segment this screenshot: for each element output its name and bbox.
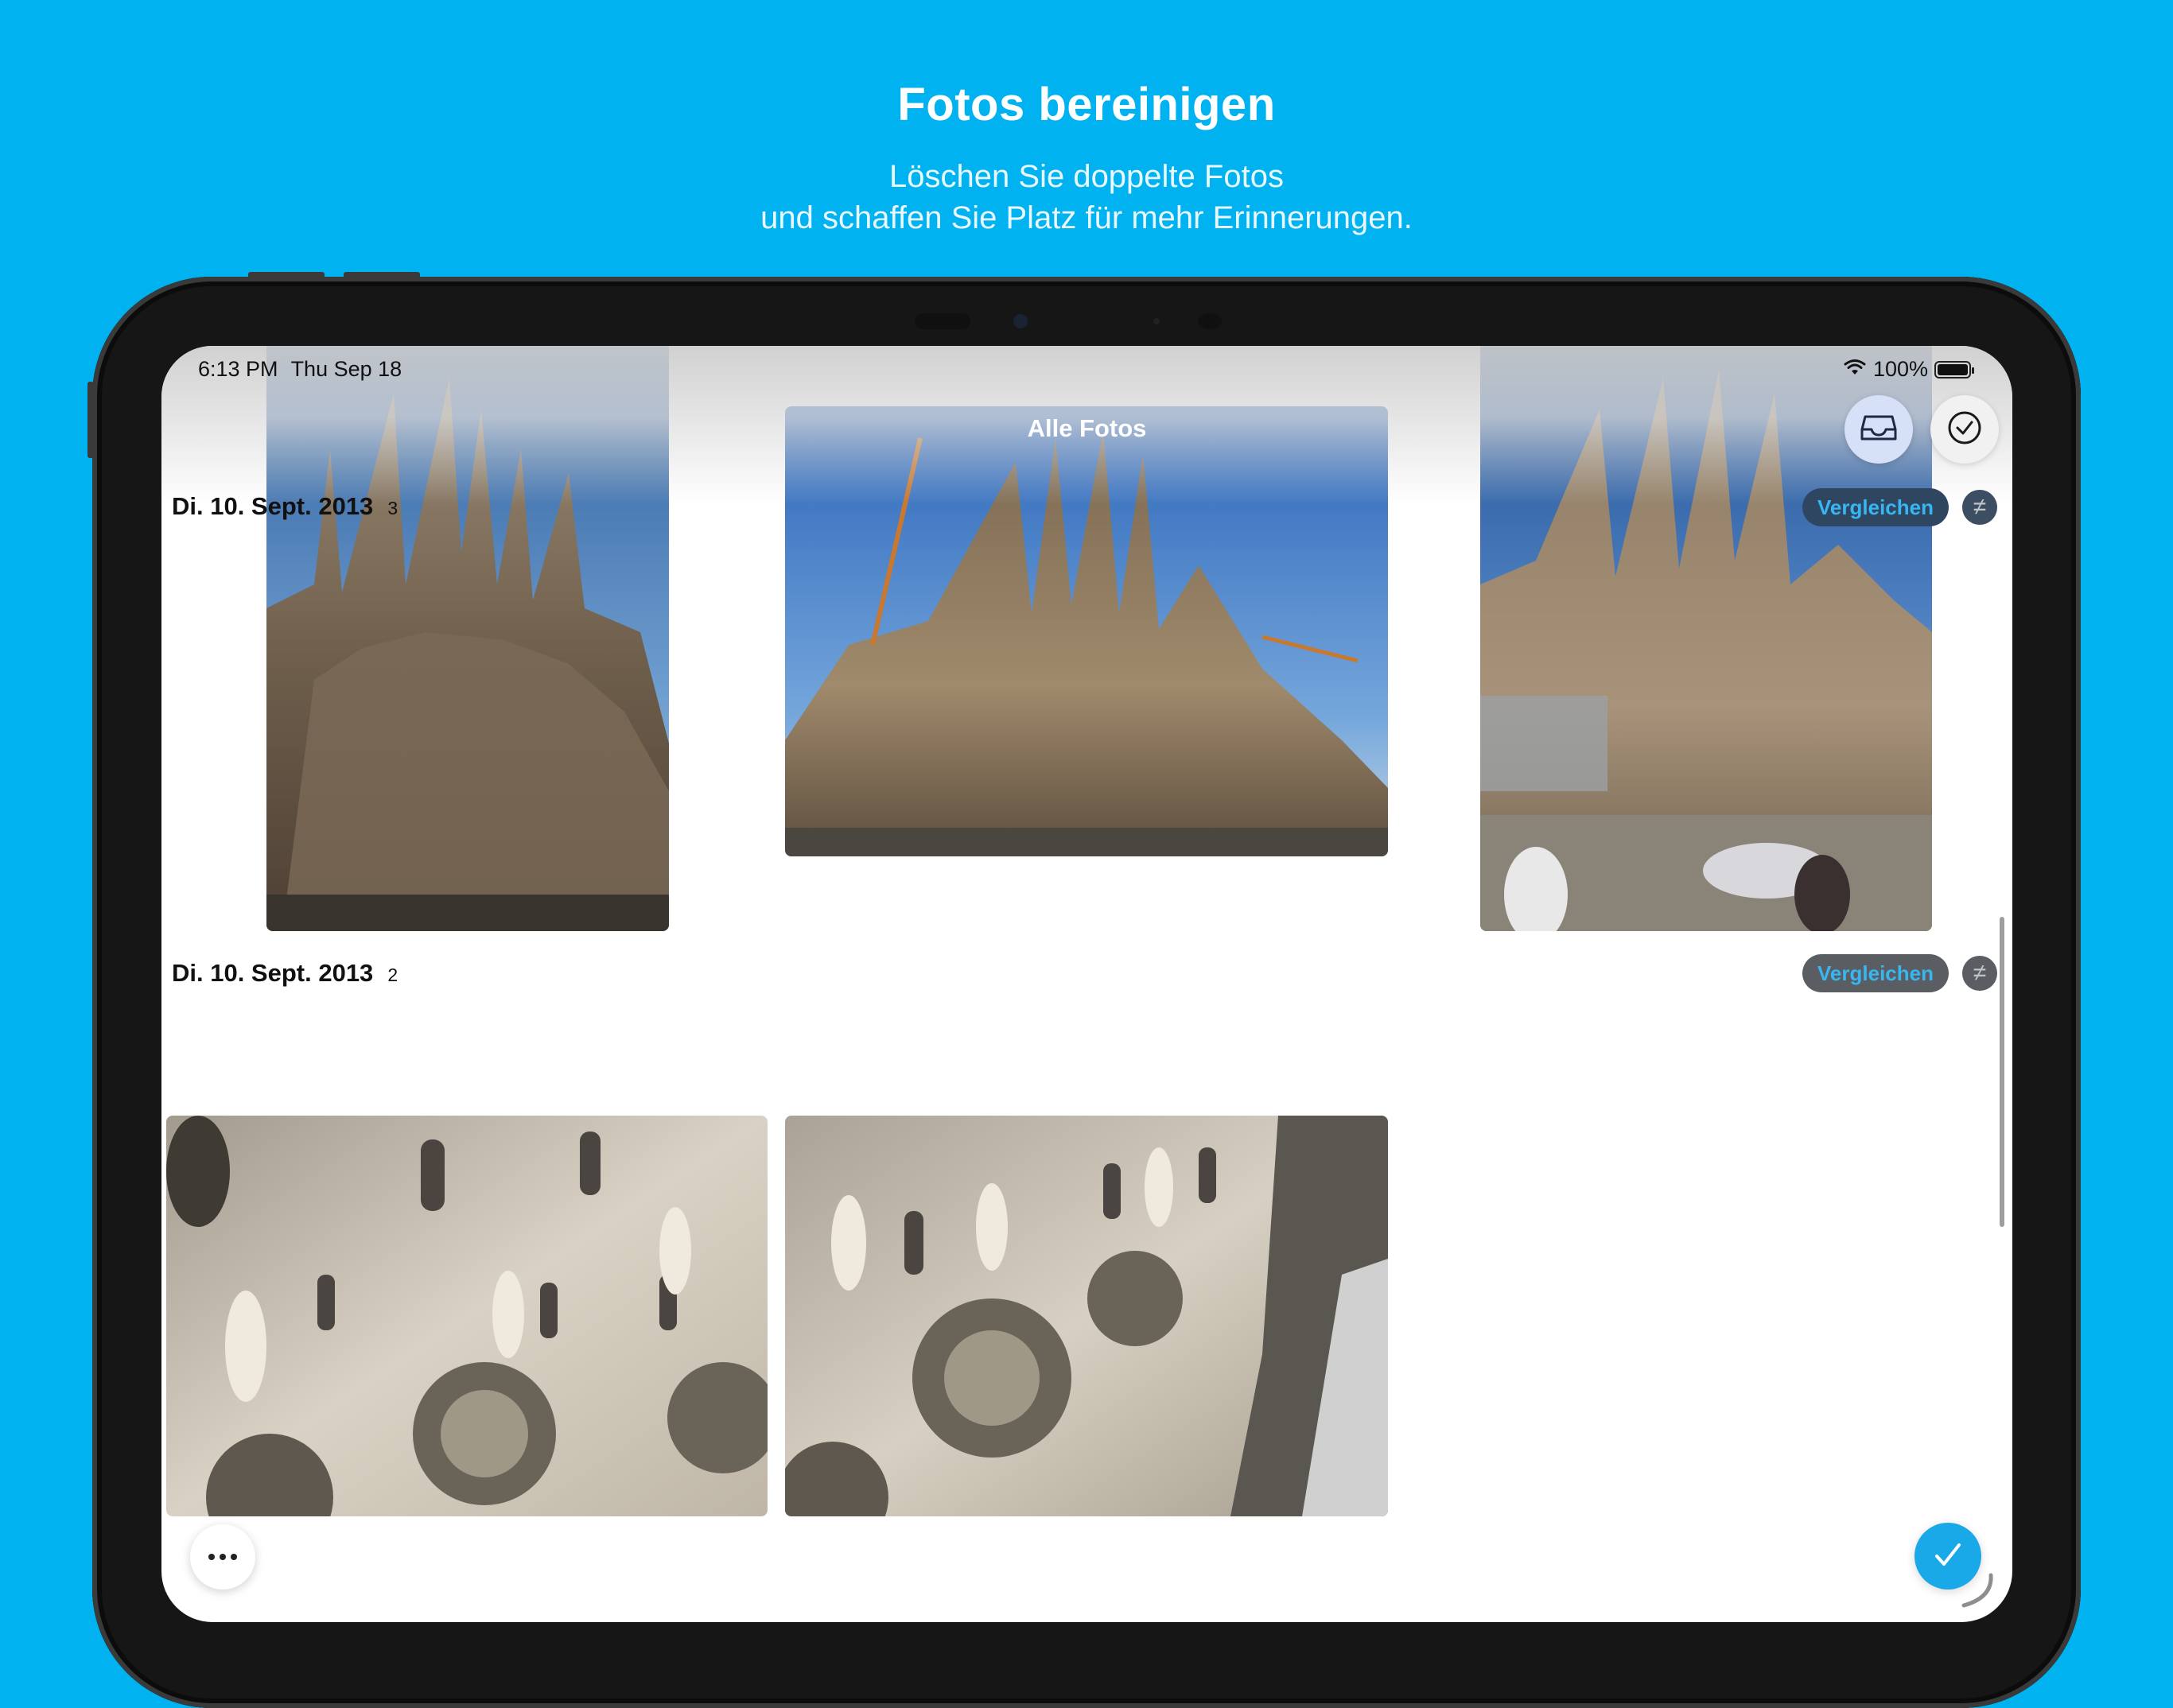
- compare-button[interactable]: Vergleichen: [1802, 488, 1949, 526]
- promo-subtitle-line1: Löschen Sie doppelte Fotos: [889, 159, 1284, 194]
- group-date-title: Di. 10. Sept. 2013 3: [172, 492, 398, 521]
- ellipsis-icon: [220, 1554, 226, 1560]
- app-screen: 6:13 PM Thu Sep 18 100% Alle Fotos Di. 1…: [161, 346, 2012, 1622]
- group-date: Di. 10. Sept. 2013: [172, 959, 374, 987]
- scroll-corner-indicator: [1961, 1573, 1993, 1608]
- ellipsis-icon: [231, 1554, 237, 1560]
- camera-bar: [915, 313, 1265, 329]
- status-bar-right: 100%: [1843, 357, 1974, 382]
- promo-subtitle: Löschen Sie doppelte Fotos und schaffen …: [0, 156, 2173, 239]
- status-time: 6:13 PM: [198, 357, 278, 381]
- tray-icon: [1860, 413, 1897, 446]
- promo-title: Fotos bereinigen: [897, 79, 1276, 130]
- wifi-icon: [1843, 357, 1867, 382]
- nav-title: Alle Fotos: [1027, 414, 1147, 442]
- front-camera-icon: [1013, 314, 1028, 328]
- compare-button[interactable]: Vergleichen: [1802, 954, 1949, 992]
- more-button[interactable]: [190, 1524, 255, 1590]
- scrollbar[interactable]: [2000, 917, 2004, 1227]
- sensor: [1153, 318, 1160, 324]
- battery-icon: [1934, 360, 1974, 378]
- checkmark-icon: [1930, 1539, 1965, 1574]
- group-count: 3: [387, 498, 398, 518]
- not-equal-button[interactable]: ≠: [1962, 956, 1997, 991]
- group-count: 2: [387, 965, 398, 985]
- status-date: Thu Sep 18: [290, 357, 402, 381]
- checkmark-circle-icon: [1947, 410, 1982, 449]
- ellipsis-icon: [208, 1554, 215, 1560]
- sensor: [1198, 313, 1222, 329]
- status-bar-time: 6:13 PM Thu Sep 18: [198, 357, 402, 382]
- side-button: [87, 382, 94, 458]
- battery-percentage: 100%: [1872, 357, 1928, 381]
- sensor: [915, 313, 970, 329]
- photo-thumbnail[interactable]: [785, 1116, 1388, 1516]
- group-date: Di. 10. Sept. 2013: [172, 492, 374, 520]
- select-button[interactable]: [1930, 395, 1999, 464]
- inbox-button[interactable]: [1845, 395, 1913, 464]
- photo-thumbnail[interactable]: [785, 406, 1388, 856]
- photo-thumbnail[interactable]: [166, 1116, 768, 1516]
- group-date-title: Di. 10. Sept. 2013 2: [172, 959, 398, 988]
- promo-subtitle-line2: und schaffen Sie Platz für mehr Erinneru…: [760, 200, 1413, 235]
- not-equal-button[interactable]: ≠: [1962, 490, 1997, 525]
